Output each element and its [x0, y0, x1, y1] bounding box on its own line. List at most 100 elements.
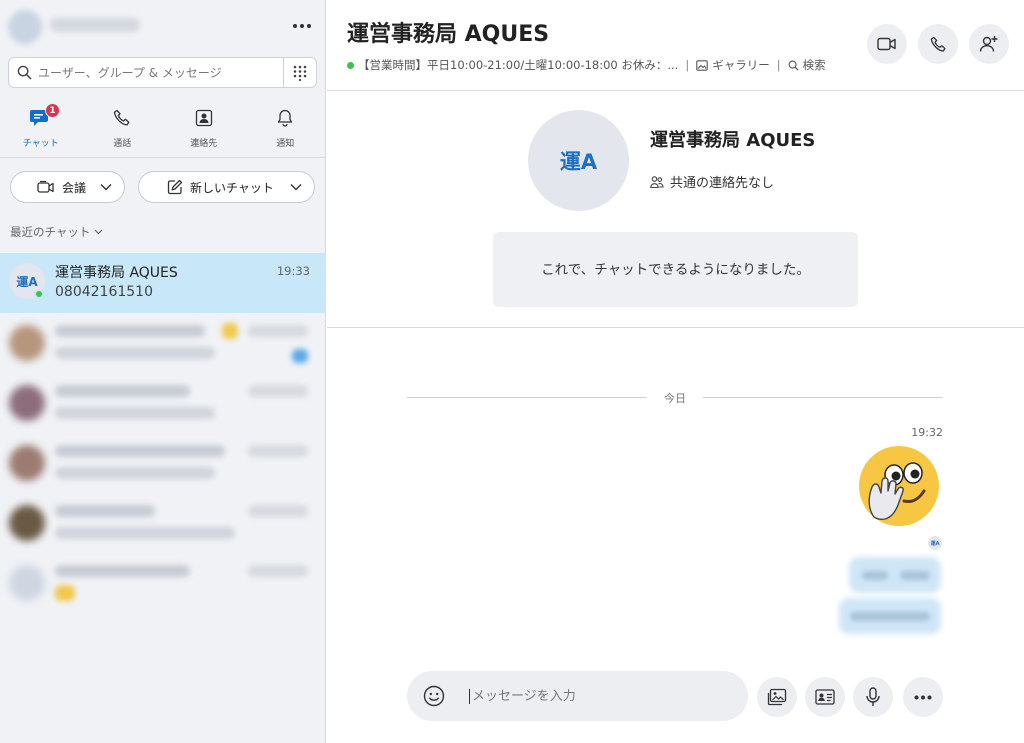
separator: | [776, 58, 781, 72]
recent-chats-toggle[interactable]: 最近のチャット [10, 224, 103, 240]
contact-name: 運営事務局 AQUES [650, 130, 816, 151]
blurred-text [55, 445, 225, 457]
notice-text: これで、チャットできるようになりました。 [541, 261, 810, 278]
blurred-text [55, 385, 190, 397]
search-icon [788, 60, 799, 71]
add-person-icon [979, 36, 998, 52]
avatar [9, 505, 45, 541]
section-divider [327, 327, 1024, 328]
unread-badge: 1 [45, 103, 60, 118]
video-camera-icon [877, 37, 896, 51]
chat-item-blurred[interactable] [0, 493, 326, 553]
wave-face-emoji-icon [859, 446, 939, 526]
separator: | [685, 58, 690, 72]
message-emoji[interactable] [858, 445, 940, 527]
blurred-text [248, 325, 308, 337]
more-horizontal-icon [914, 695, 932, 699]
compose-icon [167, 179, 183, 195]
emoji-button[interactable] [421, 683, 447, 709]
blurred-text [248, 445, 308, 457]
dialpad-button[interactable] [284, 57, 317, 88]
phone-icon [114, 109, 130, 126]
people-icon [650, 175, 664, 188]
blurred-text [862, 571, 888, 580]
message-time: 19:32 [911, 426, 943, 439]
message-input[interactable] [469, 688, 719, 704]
chat-item-blurred[interactable] [0, 373, 326, 433]
chat-list: 運A 運営事務局 AQUES 08042161510 19:33 [0, 253, 326, 613]
new-chat-label: 新しいチャット [190, 180, 274, 195]
chat-last-message: 08042161510 [55, 284, 153, 300]
search-input[interactable] [38, 65, 278, 80]
contact-card-icon [815, 689, 835, 705]
bell-icon [278, 109, 293, 127]
avatar [9, 565, 45, 601]
search-box[interactable] [8, 57, 284, 88]
profile-name-blurred [50, 18, 140, 32]
blurred-badge [292, 349, 308, 363]
gallery-label: ギャラリー [712, 58, 770, 72]
search-chat-label: 検索 [802, 58, 826, 72]
status-text[interactable]: 【営業時間】平日10:00-21:00/土曜10:00-18:00 お休み：..… [358, 57, 678, 73]
tab-calls[interactable]: 通話 [82, 104, 164, 154]
date-separator: 今日 [407, 390, 943, 405]
blurred-text [55, 527, 235, 539]
blurred-text [248, 385, 308, 397]
profile-row[interactable] [8, 8, 318, 44]
search-icon [17, 65, 32, 80]
chat-item-blurred[interactable] [0, 553, 326, 613]
message-composer[interactable] [407, 671, 748, 721]
phone-icon [930, 36, 946, 52]
new-chat-button[interactable]: 新しいチャット [138, 171, 315, 203]
online-indicator [347, 61, 354, 69]
video-meeting-icon [37, 180, 54, 193]
meeting-button[interactable]: 会議 [10, 171, 125, 203]
blurred-text [900, 571, 930, 580]
tab-contacts[interactable]: 連絡先 [163, 104, 245, 154]
nav-tabs: 1 チャット 通話 連絡先 通知 [0, 103, 327, 154]
chat-title: 運営事務局 AQUES [347, 22, 550, 47]
sidebar: 1 チャット 通話 連絡先 通知 会議 新しいチャット [0, 0, 326, 743]
avatar [9, 325, 45, 361]
audio-call-button[interactable] [918, 24, 958, 64]
more-composer-options-button[interactable] [903, 677, 943, 717]
blurred-text [55, 467, 215, 479]
search-chat-link[interactable]: 検索 [788, 57, 826, 73]
blurred-text [55, 347, 215, 359]
voice-message-button[interactable] [853, 677, 893, 717]
contacts-icon [195, 109, 212, 127]
tab-notifications[interactable]: 通知 [245, 104, 327, 154]
header-divider [327, 90, 1024, 91]
smiley-icon [423, 685, 445, 707]
blurred-text [55, 505, 155, 517]
sidebar-divider [0, 157, 326, 158]
chat-item-aques[interactable]: 運A 運営事務局 AQUES 08042161510 19:33 [0, 253, 326, 313]
add-people-button[interactable] [969, 24, 1009, 64]
gallery-link[interactable]: ギャラリー [696, 57, 770, 73]
blurred-emoji [55, 585, 75, 601]
blurred-text [55, 325, 205, 337]
image-gallery-icon [767, 688, 787, 706]
tab-chat[interactable]: 1 チャット [0, 103, 82, 154]
chat-ready-notice: これで、チャットできるようになりました。 [493, 232, 858, 307]
send-media-button[interactable] [757, 677, 797, 717]
microphone-icon [866, 687, 880, 706]
send-contact-button[interactable] [805, 677, 845, 717]
video-call-button[interactable] [867, 24, 907, 64]
tab-notifications-label: 通知 [276, 139, 295, 149]
tab-calls-label: 通話 [113, 139, 132, 149]
chat-item-blurred[interactable] [0, 313, 326, 373]
avatar [9, 445, 45, 481]
profile-avatar[interactable] [8, 10, 42, 44]
blurred-emoji [222, 323, 238, 339]
blurred-text [850, 612, 930, 621]
chat-item-blurred[interactable] [0, 433, 326, 493]
recent-chats-label: 最近のチャット [10, 225, 91, 239]
tab-contacts-label: 連絡先 [190, 139, 218, 149]
blurred-text [55, 407, 215, 419]
blurred-text [248, 505, 308, 517]
blurred-text [248, 565, 308, 577]
contact-avatar[interactable]: 運A [528, 110, 629, 211]
more-options-button[interactable] [288, 12, 316, 40]
meeting-label: 会議 [62, 180, 87, 195]
